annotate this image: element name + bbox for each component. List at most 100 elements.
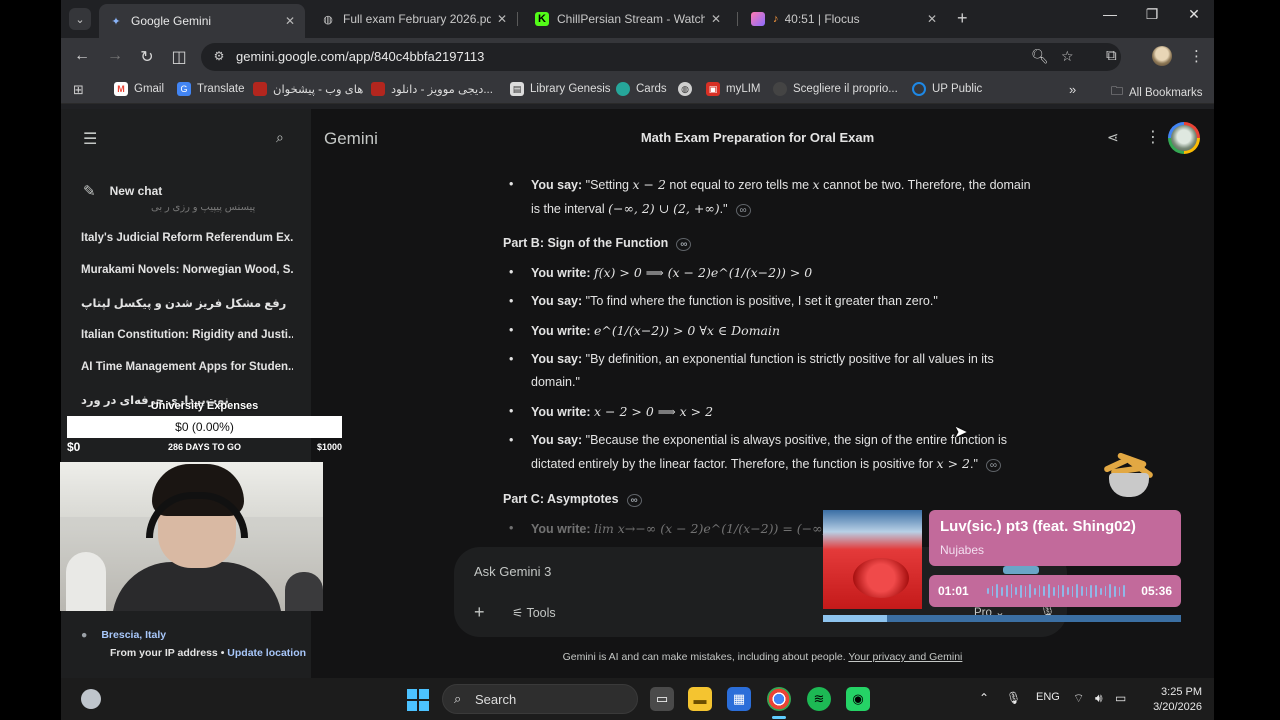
new-chat-label: New chat [109,184,163,198]
tab-search-button[interactable]: ⌄ [69,8,91,30]
minimize-button[interactable]: — [1095,6,1125,22]
microphone-icon[interactable]: 🎙︎ [1006,691,1021,705]
tab-flocus[interactable]: ♪ 40:51 | Flocus ✕ [741,4,947,34]
recent-chat-item[interactable]: رفع مشکل فریز شدن و پیکسل لپتاپ [81,296,293,310]
link-icon[interactable]: ∞ [985,459,1002,472]
expenses-days: 286 DAYS TO GO [167,442,242,452]
menu-icon[interactable]: ☰ [83,129,97,149]
chat-title[interactable]: Math Exam Preparation for Oral Exam [311,130,1204,145]
close-icon[interactable]: ✕ [927,12,937,26]
bookmark-persian-web[interactable]: های وب - پیشخوان [253,82,363,96]
tab-exam-pdf[interactable]: ◍ Full exam February 2026.pdf ✕ [311,4,517,34]
zoom-icon[interactable]: 🔍︎ [1031,48,1049,65]
bookmark-label: Scegliere il proprio... [793,83,898,95]
window-close-button[interactable]: ✕ [1179,6,1209,23]
restore-button[interactable]: ❐ [1137,6,1167,23]
bookmark-mylim[interactable]: ▣ myLIM [706,82,761,96]
start-button[interactable] [407,689,429,711]
url-text: gemini.google.com/app/840c4bbfa2197113 [236,49,485,64]
profile-avatar[interactable] [1152,46,1172,66]
list-item: You say: "Setting x − 2 not equal to zer… [509,173,1069,222]
volume-icon[interactable]: 🔊︎ [1095,691,1103,706]
prompt-input[interactable]: Ask Gemini 3 [474,564,551,579]
bookmark-cards[interactable]: Cards [616,82,667,96]
language-indicator[interactable]: ENG [1036,691,1060,703]
globe-icon: ◍ [323,13,333,26]
tools-label: Tools [526,606,556,620]
account-avatar[interactable] [1168,122,1200,154]
expenses-title: University Expenses [150,400,259,412]
chrome-icon[interactable] [767,687,791,711]
weather-icon[interactable] [81,689,101,709]
bookmark-up-public[interactable]: UP Public [912,82,982,96]
folder-icon: 🗀 [1111,84,1124,98]
mouse-cursor-icon: ➤ [954,424,968,441]
file-explorer-icon[interactable]: ▬ [688,687,712,711]
recent-chat-item[interactable]: Italian Constitution: Rigidity and Justi… [81,329,293,341]
reload-button[interactable]: ↻ [135,47,159,67]
bookmark-digimoviez[interactable]: دیجی موویز - دانلود... [371,82,493,96]
wifi-icon[interactable]: ⌔ [1073,691,1084,706]
split-view-button[interactable]: ◫ [167,47,191,67]
clock-time: 3:25 PM [1161,686,1202,698]
recent-chat-item[interactable]: Murakami Novels: Norwegian Wood, S... [81,264,293,276]
bookmark-translate[interactable]: G Translate [177,82,245,96]
more-menu-icon[interactable]: ⋮ [1189,47,1204,65]
globe-icon: ◍ [678,82,692,96]
task-view-icon[interactable]: ▭ [650,687,674,711]
section-heading: Part B: Sign of the Function ∞ [503,232,692,256]
bullet-prefix: You say: [531,294,583,308]
new-tab-button[interactable]: + [957,8,968,29]
tab-label: Full exam February 2026.pdf [343,12,491,26]
location-place: Brescia, Italy [101,629,167,641]
close-icon[interactable]: ✕ [285,14,295,28]
chevron-up-icon[interactable]: ⌃ [979,691,989,705]
extensions-icon[interactable]: ⧉ [1106,47,1117,64]
search-icon[interactable]: ⌕ [276,129,284,146]
bookmark-library-genesis[interactable]: ▤ Library Genesis [510,82,611,96]
clock[interactable]: 3:25 PM 3/20/2026 [1130,685,1202,715]
forward-button[interactable]: → [103,47,127,65]
tab-gemini[interactable]: ✦ Google Gemini ✕ [99,4,305,38]
bookmark-globe[interactable]: ◍ [678,82,698,96]
browser-toolbar: ← → ↻ ◫ ⚙ gemini.google.com/app/840c4bbf… [61,38,1214,76]
track-card: Luv(sic.) pt3 (feat. Shing02) Nujabes [929,510,1181,566]
app-icon[interactable]: ◉ [846,687,870,711]
now-playing-widget: Luv(sic.) pt3 (feat. Shing02) Nujabes 01… [823,510,1181,624]
privacy-link[interactable]: Your privacy and Gemini [848,651,962,663]
close-icon[interactable]: ✕ [497,12,507,26]
link-icon[interactable]: ∞ [626,494,642,507]
tab-chillpersian[interactable]: K ChillPersian Stream - Watch Live ✕ [525,4,731,34]
recent-chat-item[interactable]: AI Time Management Apps for Studen... [81,361,293,373]
link-icon[interactable]: ∞ [735,204,751,217]
taskbar-search[interactable]: ⌕ Search [442,684,638,714]
apps-icon[interactable]: ⊞ [73,82,84,98]
more-options-icon[interactable]: ⋮ [1145,127,1161,147]
battery-icon[interactable]: ▭ [1115,691,1126,705]
bookmark-scegliere[interactable]: Scegliere il proprio... [773,82,898,96]
bullet-text: not equal to zero tells me [665,178,813,192]
store-icon[interactable]: ▦ [727,687,751,711]
back-button[interactable]: ← [70,47,94,65]
share-icon[interactable]: ⋖ [1107,129,1119,146]
star-icon[interactable]: ☆ [1061,48,1074,65]
taskbar: ⌕ Search ▭ ▬ ▦ ≋ ◉ ⌃ 🎙︎ ENG ⌔ 🔊︎ ▭ 3:25 … [61,678,1214,720]
add-icon[interactable]: + [474,602,485,623]
playback-progress-fill [823,615,888,622]
close-icon[interactable]: ✕ [711,12,721,26]
site-info-icon[interactable]: ⚙ [211,49,227,65]
all-bookmarks[interactable]: 🗀 All Bookmarks [1111,82,1203,103]
recent-chat-item[interactable]: Italy's Judicial Reform Referendum Ex... [81,232,293,244]
playback-progress[interactable] [823,615,1181,622]
expenses-scale: $0 286 DAYS TO GO $1000 [67,440,342,456]
bookmark-gmail[interactable]: M Gmail [114,82,164,96]
link-icon[interactable]: ∞ [676,238,692,251]
tools-button[interactable]: ⚟ Tools [512,605,556,620]
more-bookmarks-icon[interactable]: » [1069,82,1076,97]
new-chat-button[interactable]: ✎ New chat [83,182,162,200]
spotify-icon[interactable]: ≋ [807,687,831,711]
update-location-link[interactable]: Update location [227,647,306,659]
list-item: You say: "Because the exponential is alw… [509,429,1069,477]
kick-icon: K [535,12,549,26]
address-bar[interactable]: ⚙ gemini.google.com/app/840c4bbfa2197113… [201,43,1121,71]
